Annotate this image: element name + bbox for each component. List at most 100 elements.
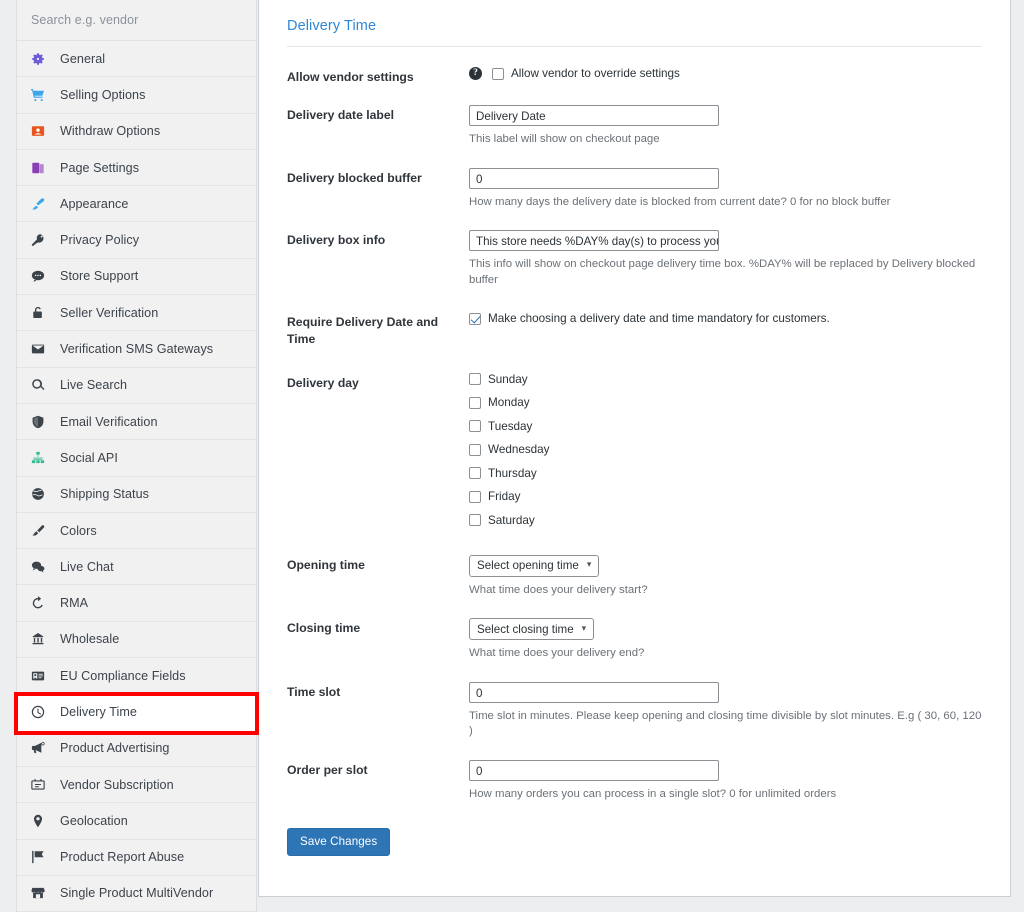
delivery-blocked-buffer-label: Delivery blocked buffer (287, 170, 422, 185)
undo-icon (31, 595, 51, 611)
sidebar-item-withdraw-options[interactable]: Withdraw Options (17, 113, 256, 150)
gear-icon (31, 51, 51, 67)
delivery-day-checkbox-thursday[interactable] (469, 467, 481, 480)
field-row-order-per-slot: Order per slot 0 How many orders you can… (287, 740, 982, 802)
field-row-delivery-day: Delivery day Sunday Monday Tuesday Wednesda… (287, 347, 982, 527)
allow-vendor-checkbox[interactable] (492, 67, 504, 80)
sidebar-item-label: Product Report Abuse (60, 850, 185, 865)
delivery-day-label-saturday[interactable]: Saturday (488, 514, 535, 527)
sidebar-item-label: Appearance (60, 196, 129, 211)
sidebar-item-privacy-policy[interactable]: Privacy Policy (17, 222, 256, 259)
field-row-require-delivery: Require Delivery Date and Time Make choo… (287, 288, 982, 347)
sidebar-item-wholesale[interactable]: Wholesale (17, 621, 256, 659)
field-row-delivery-box-info: Delivery box info This store needs %DAY%… (287, 210, 982, 288)
sitemap-icon (31, 450, 51, 466)
sidebar-item-label: Live Chat (60, 559, 114, 574)
delivery-day-label-friday[interactable]: Friday (488, 490, 520, 503)
delivery-day-checkbox-saturday[interactable] (469, 514, 481, 527)
search-icon (31, 377, 51, 393)
save-row: Save Changes (287, 802, 982, 856)
chevron-down-icon: ▾ (581, 622, 587, 633)
envelope-icon (31, 341, 51, 357)
delivery-day-row: Monday (469, 396, 982, 409)
sidebar-item-label: Vendor Subscription (60, 777, 174, 792)
map-pin-icon (31, 813, 51, 829)
sidebar-item-label: Shipping Status (60, 487, 149, 502)
sidebar-item-label: Email Verification (60, 414, 158, 429)
order-per-slot-label: Order per slot (287, 762, 368, 777)
sidebar-item-single-product-multivendor[interactable]: Single Product MultiVendor (17, 875, 256, 912)
opening-time-select[interactable]: Select opening time ▾ (469, 554, 600, 577)
sidebar-item-colors[interactable]: Colors (17, 512, 256, 550)
delivery-date-label-input[interactable]: Delivery Date (469, 105, 719, 127)
sidebar-item-label: Verification SMS Gateways (60, 342, 214, 357)
require-delivery-checkbox[interactable] (469, 312, 481, 325)
cart-icon (31, 87, 51, 103)
delivery-box-info-input[interactable]: This store needs %DAY% day(s) to process… (469, 230, 719, 252)
sidebar-item-selling-options[interactable]: Selling Options (17, 77, 256, 114)
delivery-day-row: Thursday (469, 467, 982, 480)
field-row-allow-vendor: Allow vendor settings ? Allow vendor to … (287, 47, 982, 85)
delivery-day-row: Sunday (469, 373, 982, 386)
order-per-slot-input[interactable]: 0 (469, 759, 719, 781)
id-card-icon (31, 668, 51, 684)
allow-vendor-checkbox-label[interactable]: Allow vendor to override settings (511, 67, 680, 80)
sidebar-item-social-api[interactable]: Social API (17, 440, 256, 477)
sidebar-item-vendor-subscription[interactable]: Vendor Subscription (17, 766, 256, 804)
sidebar-item-rma[interactable]: RMA (17, 585, 256, 622)
sidebar-item-email-verification[interactable]: Email Verification (17, 403, 256, 441)
time-slot-input[interactable]: 0 (469, 681, 719, 703)
sidebar-item-verification-sms-gateways[interactable]: Verification SMS Gateways (17, 331, 256, 368)
delivery-day-label-tuesday[interactable]: Tuesday (488, 420, 532, 433)
delivery-day-label-thursday[interactable]: Thursday (488, 467, 537, 480)
delivery-day-label-sunday[interactable]: Sunday (488, 373, 528, 386)
delivery-day-checkbox-sunday[interactable] (469, 373, 481, 386)
sidebar-item-label: Privacy Policy (60, 233, 140, 248)
delivery-day-checkbox-wednesday[interactable] (469, 443, 481, 456)
field-row-closing-time: Closing time Select closing time ▾ What … (287, 598, 982, 661)
delivery-time-settings-panel: Delivery Time Allow vendor settings ? Al… (258, 0, 1011, 897)
question-mark-icon[interactable]: ? (469, 67, 482, 80)
sidebar-item-live-chat[interactable]: Live Chat (17, 549, 256, 586)
delivery-blocked-buffer-helper: How many days the delivery date is block… (469, 195, 891, 208)
sidebar-item-delivery-time[interactable]: Delivery Time (17, 694, 256, 731)
store-icon (31, 885, 51, 901)
delivery-day-checkbox-friday[interactable] (469, 490, 481, 503)
time-slot-helper: Time slot in minutes. Please keep openin… (469, 709, 982, 738)
delivery-day-checkbox-group: Sunday Monday Tuesday Wednesday Thursday Frid… (469, 373, 982, 527)
sidebar-item-eu-compliance-fields[interactable]: EU Compliance Fields (17, 658, 256, 695)
sidebar-item-label: Store Support (60, 269, 139, 284)
sidebar-item-appearance[interactable]: Appearance (17, 186, 256, 223)
sidebar-item-store-support[interactable]: Store Support (17, 258, 256, 296)
closing-time-label: Closing time (287, 621, 361, 636)
chevron-down-icon: ▾ (586, 559, 592, 570)
delivery-day-checkbox-monday[interactable] (469, 396, 481, 409)
page-title: Delivery Time (287, 18, 377, 34)
sidebar-item-label: Wholesale (60, 632, 120, 647)
require-delivery-label: Require Delivery Date and Time (287, 315, 439, 346)
sidebar-item-label: Page Settings (60, 160, 140, 175)
sidebar-item-general[interactable]: General (17, 41, 256, 78)
sidebar-item-product-report-abuse[interactable]: Product Report Abuse (17, 839, 256, 876)
brush-icon (31, 196, 51, 212)
sidebar-item-live-search[interactable]: Live Search (17, 367, 256, 404)
delivery-blocked-buffer-input[interactable]: 0 (469, 167, 719, 189)
delivery-day-label: Delivery day (287, 375, 359, 390)
delivery-day-label-monday[interactable]: Monday (488, 396, 530, 409)
search-input[interactable]: Search e.g. vendor (17, 0, 256, 41)
delivery-day-checkbox-tuesday[interactable] (469, 420, 481, 433)
sidebar-item-shipping-status[interactable]: Shipping Status (17, 476, 256, 513)
delivery-box-info-label: Delivery box info (287, 233, 386, 248)
delivery-day-label-wednesday[interactable]: Wednesday (488, 443, 550, 456)
sidebar-item-page-settings[interactable]: Page Settings (17, 149, 256, 187)
delivery-day-row: Friday (469, 490, 982, 503)
network-icon (31, 631, 51, 647)
time-slot-label: Time slot (287, 684, 341, 699)
require-delivery-checkbox-label[interactable]: Make choosing a delivery date and time m… (488, 312, 830, 325)
sidebar-item-seller-verification[interactable]: Seller Verification (17, 295, 256, 332)
sidebar-item-label: Withdraw Options (60, 124, 161, 139)
sidebar-item-geolocation[interactable]: Geolocation (17, 803, 256, 840)
save-changes-button[interactable]: Save Changes (287, 827, 391, 856)
closing-time-select[interactable]: Select closing time ▾ (469, 618, 595, 641)
sidebar-item-product-advertising[interactable]: Product Advertising (17, 730, 256, 767)
